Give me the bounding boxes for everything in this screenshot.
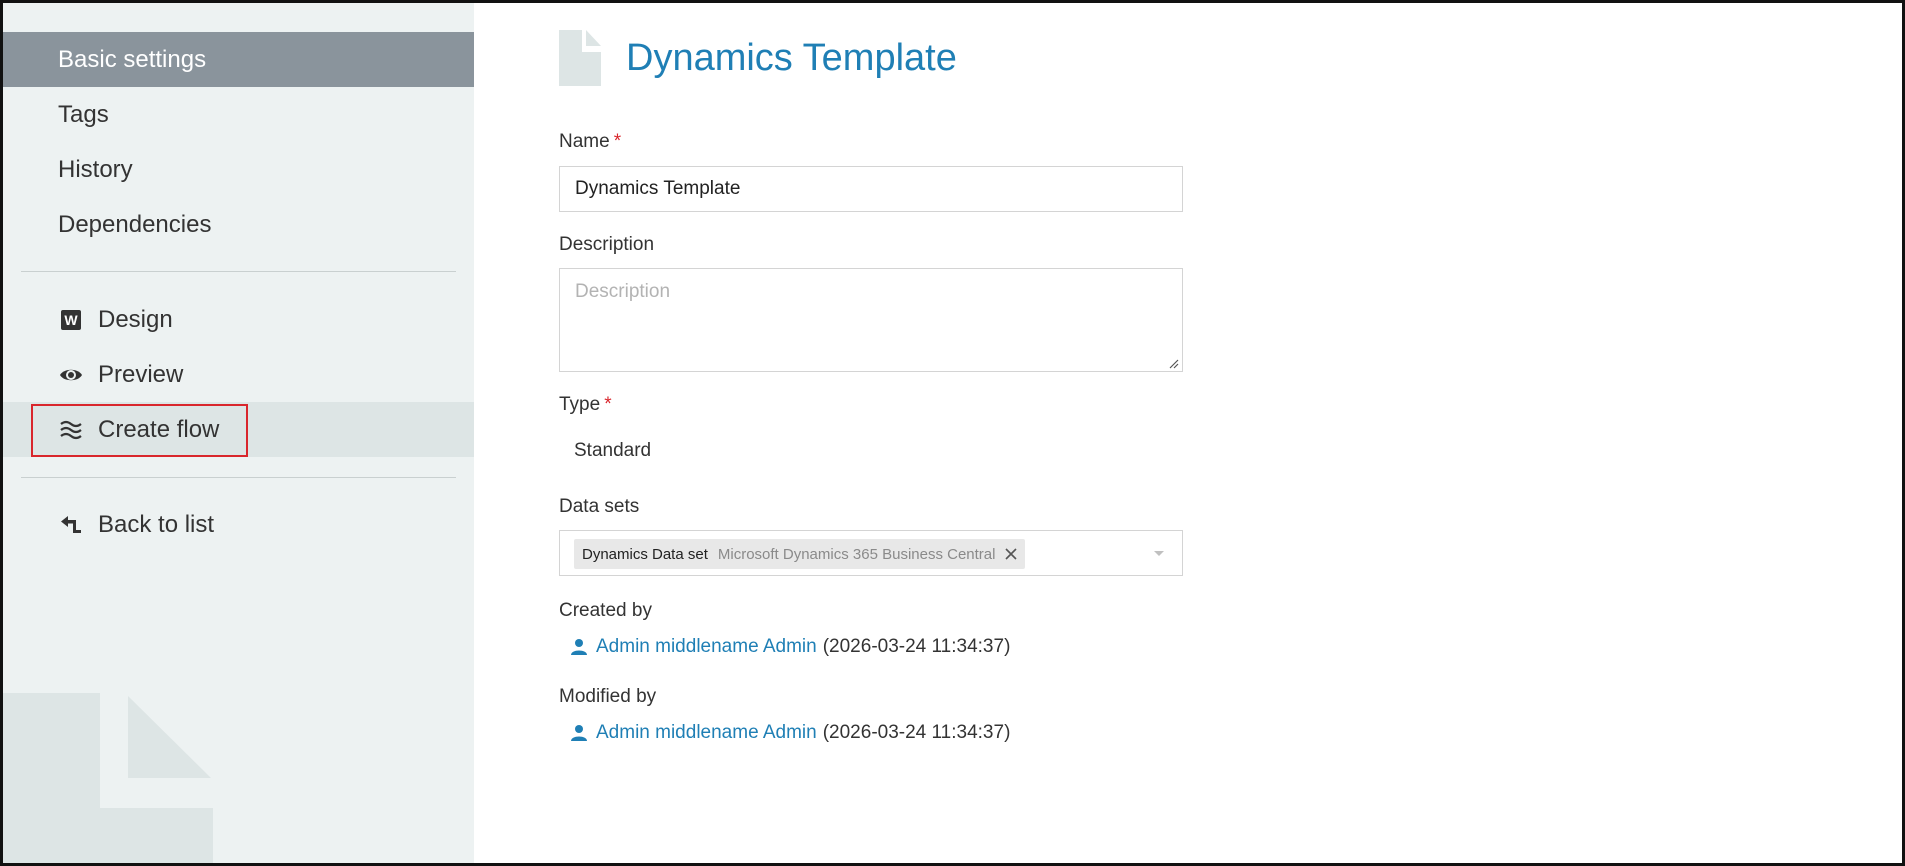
name-label-text: Name [559,131,610,152]
page-title: Dynamics Template [626,37,957,79]
decorative-document-icon [3,693,213,863]
sidebar-item-design[interactable]: W Design [3,292,474,347]
sidebar: Basic settings Tags History Dependencies… [3,3,474,863]
created-by-row: Admin middlename Admin (2026-03-24 11:34… [570,636,1010,658]
back-arrow-icon [58,512,84,538]
document-icon [559,30,601,86]
modified-by-user-link[interactable]: Admin middlename Admin [596,722,817,744]
sidebar-item-dependencies[interactable]: Dependencies [3,197,474,252]
dataset-chip-name: Dynamics Data set [582,545,708,563]
dataset-chip-source: Microsoft Dynamics 365 Business Central [717,545,996,563]
name-label: Name * [559,131,621,153]
sidebar-item-label: Preview [98,360,184,388]
approx-icon [58,417,84,443]
dataset-chip: Dynamics Data set Microsoft Dynamics 365… [574,539,1026,569]
name-input[interactable] [559,166,1183,212]
word-icon: W [58,307,84,333]
type-label-text: Type [559,394,601,415]
sidebar-divider [21,271,456,272]
sidebar-item-preview[interactable]: Preview [3,347,474,402]
sidebar-divider [21,477,456,478]
sidebar-item-label: Back to list [98,510,215,538]
datasets-select[interactable]: Dynamics Data set Microsoft Dynamics 365… [559,530,1183,576]
created-timestamp: (2026-03-24 11:34:37) [822,636,1011,657]
eye-icon [58,362,84,388]
sidebar-item-basic-settings[interactable]: Basic settings [3,32,474,87]
sidebar-item-history[interactable]: History [3,142,474,197]
sidebar-item-label: Basic settings [58,45,207,73]
description-textarea[interactable] [559,268,1183,372]
description-label: Description [559,234,655,255]
close-icon[interactable] [1005,548,1018,560]
resize-handle-icon[interactable] [1167,357,1179,369]
modified-by-label: Modified by [559,686,657,707]
required-marker: * [604,394,612,415]
back-to-list-link[interactable]: Back to list [3,497,474,552]
required-marker: * [613,131,622,152]
chevron-down-icon[interactable] [1154,551,1164,556]
created-by-label: Created by [559,600,652,621]
modified-timestamp: (2026-03-24 11:34:37) [822,722,1011,743]
type-label: Type * [559,394,612,416]
user-icon [571,639,587,655]
app-window: Basic settings Tags History Dependencies… [0,0,1905,866]
sidebar-item-create-flow[interactable]: Create flow [3,402,474,457]
user-icon [571,725,587,741]
sidebar-item-label: Create flow [98,415,220,443]
main-content: Dynamics Template Name* Description Type… [474,3,1902,863]
created-by-user-link[interactable]: Admin middlename Admin [596,636,817,658]
datasets-label: Data sets [559,496,640,517]
sidebar-item-label: Design [98,305,173,333]
modified-by-row: Admin middlename Admin (2026-03-24 11:34… [570,722,1010,744]
sidebar-item-label: History [58,155,133,183]
svg-text:W: W [64,312,78,328]
sidebar-item-label: Dependencies [58,210,212,238]
sidebar-item-label: Tags [58,100,109,128]
sidebar-item-tags[interactable]: Tags [3,87,474,142]
type-value: Standard [574,440,652,461]
